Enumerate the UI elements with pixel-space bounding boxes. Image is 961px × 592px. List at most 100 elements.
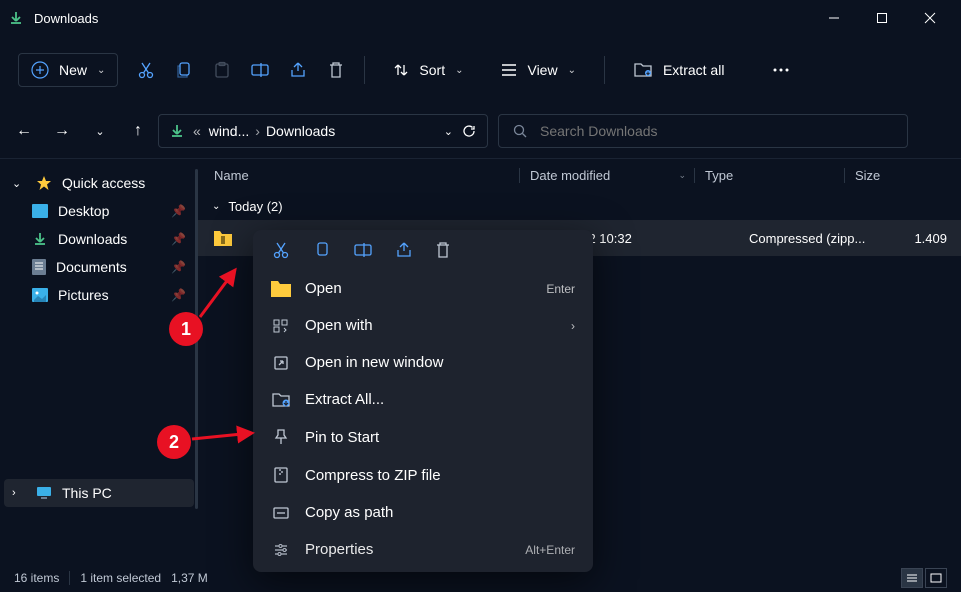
delete-icon[interactable] xyxy=(326,60,346,80)
forward-button[interactable]: → xyxy=(52,121,72,141)
maximize-button[interactable] xyxy=(859,2,905,34)
context-toolbar xyxy=(253,230,593,270)
pictures-icon xyxy=(32,288,48,302)
chevron-right-icon: › xyxy=(571,319,575,333)
pin-icon: 📌 xyxy=(171,260,186,274)
toolbar-divider xyxy=(604,56,605,84)
context-open-with[interactable]: Open with › xyxy=(253,307,593,344)
pin-icon xyxy=(271,428,291,446)
share-icon[interactable] xyxy=(395,241,413,259)
chevron-down-icon: ⌄ xyxy=(568,65,576,76)
copy-icon[interactable] xyxy=(174,60,194,80)
refresh-button[interactable] xyxy=(461,123,477,139)
window-title: Downloads xyxy=(34,11,811,26)
recent-button[interactable]: ⌄ xyxy=(90,121,110,141)
cut-icon[interactable] xyxy=(271,240,291,260)
zip-icon xyxy=(271,466,291,484)
context-copy-path[interactable]: Copy as path xyxy=(253,494,593,531)
sort-button[interactable]: Sort ⌄ xyxy=(383,56,473,84)
paste-icon[interactable] xyxy=(212,60,232,80)
sidebar-label: Desktop xyxy=(58,203,109,219)
annotation-arrow-1 xyxy=(195,262,245,322)
group-header[interactable]: ⌄ Today (2) xyxy=(198,193,961,220)
breadcrumb-prefix: « xyxy=(193,123,201,139)
column-name[interactable]: Name xyxy=(214,168,519,183)
annotation-2: 2 xyxy=(157,425,191,459)
pin-icon: 📌 xyxy=(171,204,186,218)
sidebar: ⌄ Quick access Desktop 📌 Downloads 📌 Doc… xyxy=(0,159,198,564)
up-button[interactable]: ↑ xyxy=(128,121,148,141)
more-icon xyxy=(772,67,790,73)
back-button[interactable]: ← xyxy=(14,121,34,141)
column-type[interactable]: Type xyxy=(694,168,844,183)
sidebar-item-downloads[interactable]: Downloads 📌 xyxy=(4,225,194,253)
context-compress[interactable]: Compress to ZIP file xyxy=(253,456,593,494)
minimize-button[interactable] xyxy=(811,2,857,34)
sidebar-item-desktop[interactable]: Desktop 📌 xyxy=(4,197,194,225)
new-window-icon xyxy=(271,355,291,371)
context-extract-all[interactable]: Extract All... xyxy=(253,381,593,418)
details-view-button[interactable] xyxy=(901,568,923,588)
chevron-right-icon: › xyxy=(255,123,260,139)
sidebar-label: Pictures xyxy=(58,287,109,303)
new-button[interactable]: New ⌄ xyxy=(18,53,118,87)
context-pin[interactable]: Pin to Start xyxy=(253,418,593,456)
desktop-icon xyxy=(32,204,48,218)
view-toggles xyxy=(901,568,947,588)
sidebar-label: This PC xyxy=(62,485,112,501)
close-button[interactable] xyxy=(907,2,953,34)
view-button[interactable]: View ⌄ xyxy=(491,56,585,84)
context-open[interactable]: Open Enter xyxy=(253,270,593,307)
chevron-down-icon: ⌄ xyxy=(12,177,26,190)
chevron-down-icon: ⌄ xyxy=(212,201,220,212)
chevron-down-icon: ⌄ xyxy=(97,65,105,76)
sidebar-item-pictures[interactable]: Pictures 📌 xyxy=(4,281,194,309)
breadcrumb: wind... › Downloads xyxy=(209,123,436,139)
copy-icon[interactable] xyxy=(313,241,331,259)
breadcrumb-segment[interactable]: Downloads xyxy=(266,123,335,139)
window-controls xyxy=(811,2,953,34)
address-bar[interactable]: « wind... › Downloads ⌄ xyxy=(158,114,488,148)
plus-icon xyxy=(31,61,49,79)
sidebar-this-pc[interactable]: › This PC xyxy=(4,479,194,507)
sidebar-quick-access[interactable]: ⌄ Quick access xyxy=(4,169,194,197)
downloads-icon xyxy=(32,231,48,247)
pin-icon: 📌 xyxy=(171,232,186,246)
new-label: New xyxy=(59,62,87,78)
search-input[interactable] xyxy=(540,123,893,139)
sort-label: Sort xyxy=(419,62,445,78)
chevron-right-icon: › xyxy=(12,487,26,499)
open-with-icon xyxy=(271,318,291,334)
breadcrumb-segment[interactable]: wind... xyxy=(209,123,249,139)
rename-icon[interactable] xyxy=(250,60,270,80)
cut-icon[interactable] xyxy=(136,60,156,80)
search-box[interactable] xyxy=(498,114,908,148)
status-count: 16 items xyxy=(14,571,59,585)
navigation-bar: ← → ⌄ ↑ « wind... › Downloads ⌄ xyxy=(0,104,961,159)
sidebar-label: Documents xyxy=(56,259,127,275)
context-properties[interactable]: Properties Alt+Enter xyxy=(253,531,593,568)
view-label: View xyxy=(527,62,557,78)
annotation-1: 1 xyxy=(169,312,203,346)
extract-label: Extract all xyxy=(663,62,724,78)
share-icon[interactable] xyxy=(288,60,308,80)
more-button[interactable] xyxy=(762,61,800,79)
column-date[interactable]: Date modified⌄ xyxy=(519,168,694,183)
address-dropdown[interactable]: ⌄ xyxy=(444,125,453,138)
sidebar-label: Quick access xyxy=(62,175,145,191)
chevron-down-icon: ⌄ xyxy=(455,65,463,76)
extract-button[interactable]: Extract all xyxy=(623,56,734,84)
sidebar-item-documents[interactable]: Documents 📌 xyxy=(4,253,194,281)
context-new-window[interactable]: Open in new window xyxy=(253,344,593,381)
downloads-icon xyxy=(169,123,185,139)
file-size: 1.409 xyxy=(889,231,961,246)
properties-icon xyxy=(271,543,291,557)
rename-icon[interactable] xyxy=(353,241,373,259)
delete-icon[interactable] xyxy=(435,241,451,259)
column-headers: Name Date modified⌄ Type Size xyxy=(198,159,961,193)
search-icon xyxy=(513,124,528,139)
thumbnails-view-button[interactable] xyxy=(925,568,947,588)
group-label: Today (2) xyxy=(228,199,282,214)
status-selected: 1 item selected xyxy=(80,571,161,585)
column-size[interactable]: Size xyxy=(844,168,961,183)
